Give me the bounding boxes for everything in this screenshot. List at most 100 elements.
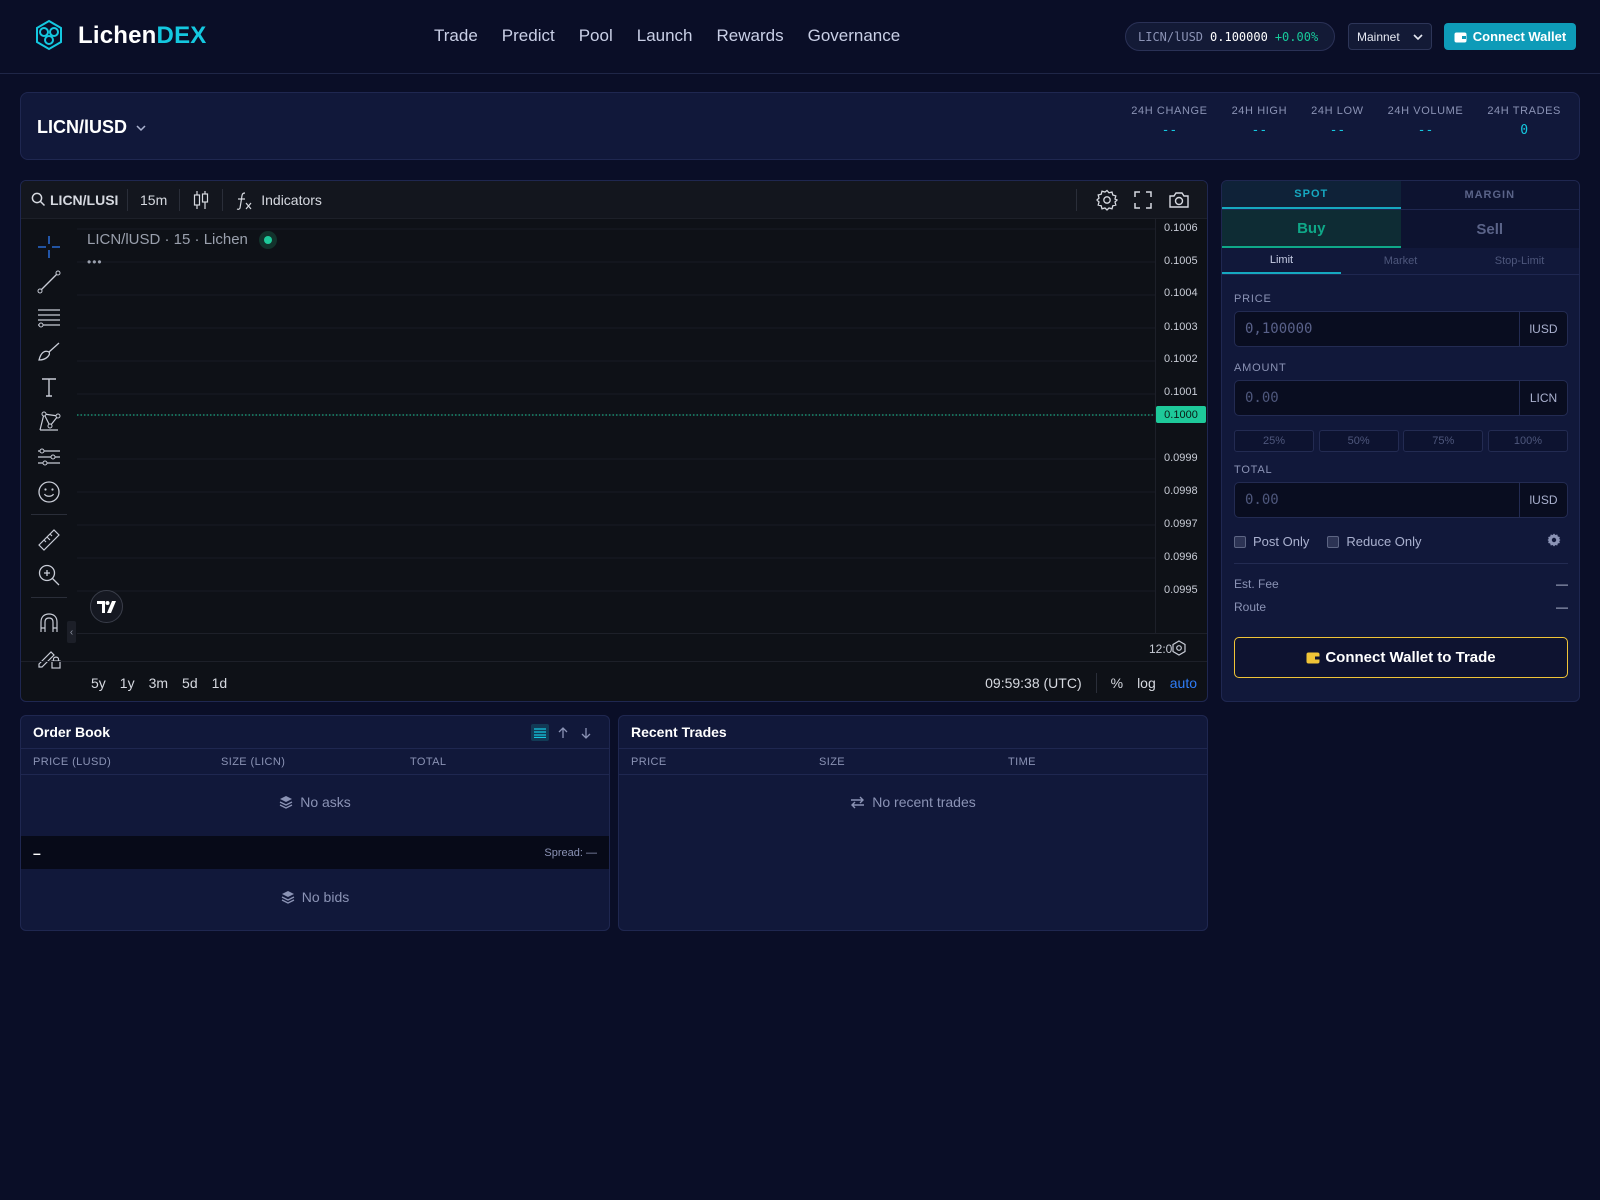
toolbar-divider: [1076, 189, 1077, 211]
x-tick: 12:0: [1149, 642, 1173, 656]
percent-25-button[interactable]: 25%: [1234, 430, 1314, 452]
nav-predict[interactable]: Predict: [502, 26, 555, 46]
search-icon: [31, 192, 46, 207]
settings-gear-icon[interactable]: [1095, 188, 1119, 212]
range-3m[interactable]: 3m: [149, 675, 168, 691]
trend-line-icon[interactable]: [35, 268, 63, 296]
reduce-only-checkbox[interactable]: [1327, 535, 1340, 548]
bottom-divider: [1095, 673, 1097, 693]
zoom-in-icon[interactable]: [35, 561, 63, 589]
nav-pool[interactable]: Pool: [579, 26, 613, 46]
wallet-icon: [1454, 32, 1467, 42]
nav-governance[interactable]: Governance: [808, 26, 901, 46]
percent-50-button[interactable]: 50%: [1318, 430, 1399, 452]
legend-more-button[interactable]: •••: [87, 255, 103, 269]
horizontal-lines-icon[interactable]: [35, 303, 63, 331]
forecast-icon[interactable]: [35, 443, 63, 471]
time-axis[interactable]: 12:0: [77, 633, 1207, 661]
total-input[interactable]: 0.00: [1235, 483, 1519, 517]
est-fee-row: Est. Fee —: [1234, 577, 1568, 591]
symbol-search[interactable]: LICN/LUSI: [21, 181, 127, 219]
post-only-checkbox[interactable]: [1234, 535, 1246, 548]
tradingview-logo[interactable]: [90, 590, 123, 623]
last-price-tag: 0.1000: [1156, 406, 1206, 423]
pattern-icon[interactable]: [35, 408, 63, 436]
price-input[interactable]: 0,100000: [1235, 312, 1519, 346]
stat-24h-change: 24H CHANGE --: [1131, 105, 1208, 138]
y-tick: 0.0995: [1164, 584, 1198, 596]
tab-stop-limit[interactable]: Stop-Limit: [1460, 248, 1579, 274]
percent-75-button[interactable]: 75%: [1403, 430, 1484, 452]
chevron-down-icon: [136, 124, 146, 131]
connect-wallet-button[interactable]: Connect Wallet: [1444, 23, 1576, 50]
y-tick: 0.1005: [1164, 255, 1198, 267]
stat-24h-volume: 24H VOLUME --: [1387, 105, 1464, 138]
gear-icon[interactable]: [1546, 532, 1562, 548]
auto-scale-toggle[interactable]: auto: [1170, 675, 1197, 691]
range-5d[interactable]: 5d: [182, 675, 198, 691]
log-scale-toggle[interactable]: log: [1137, 675, 1156, 691]
tab-sell[interactable]: Sell: [1400, 210, 1579, 248]
ticker-symbol: LICN/lUSD: [1138, 29, 1204, 44]
price-axis[interactable]: 0.1006 0.1005 0.1004 0.1003 0.1002 0.100…: [1155, 219, 1207, 633]
view-both-button[interactable]: [531, 724, 549, 741]
connect-wallet-to-trade-button[interactable]: Connect Wallet to Trade: [1234, 637, 1568, 678]
emoji-icon[interactable]: [35, 478, 63, 506]
tab-buy[interactable]: Buy: [1222, 210, 1401, 248]
tab-margin[interactable]: MARGIN: [1400, 181, 1579, 209]
collapse-tools-button[interactable]: ‹: [67, 621, 76, 643]
range-1y[interactable]: 1y: [120, 675, 135, 691]
range-1d[interactable]: 1d: [212, 675, 228, 691]
tab-spot[interactable]: SPOT: [1222, 181, 1401, 209]
order-options: Post Only Reduce Only: [1234, 532, 1568, 549]
magnet-icon[interactable]: [35, 609, 63, 637]
price-ticker: LICN/lUSD 0.100000 +0.00%: [1125, 22, 1335, 51]
order-book-title: Order Book: [33, 724, 111, 740]
total-label: TOTAL: [1234, 464, 1273, 476]
top-header: LichenDEX Trade Predict Pool Launch Rewa…: [0, 0, 1600, 74]
view-asks-button[interactable]: [554, 724, 572, 741]
indicators-button[interactable]: Indicators: [223, 181, 334, 219]
axis-settings-icon[interactable]: [1171, 640, 1187, 656]
ticker-price: 0.100000: [1210, 29, 1268, 44]
amount-input[interactable]: 0.00: [1235, 381, 1519, 415]
chart-plot-area[interactable]: [77, 219, 1155, 633]
crosshair-icon[interactable]: [35, 233, 63, 261]
price-field[interactable]: 0,100000 lUSD: [1234, 311, 1568, 347]
nav-launch[interactable]: Launch: [637, 26, 693, 46]
function-icon: [236, 191, 252, 210]
asks-empty-state: No asks: [21, 794, 609, 810]
utc-clock[interactable]: 09:59:38 (UTC): [985, 675, 1081, 691]
ruler-icon[interactable]: [35, 526, 63, 554]
range-5y[interactable]: 5y: [91, 675, 106, 691]
tab-market[interactable]: Market: [1341, 248, 1460, 274]
chart-type-button[interactable]: [180, 181, 222, 219]
amount-field[interactable]: 0.00 LICN: [1234, 380, 1568, 416]
total-field[interactable]: 0.00 lUSD: [1234, 482, 1568, 518]
order-book-view-toggles: [526, 724, 595, 741]
tab-limit[interactable]: Limit: [1222, 248, 1341, 274]
tradingview-logo-icon: [96, 600, 116, 613]
camera-icon[interactable]: [1167, 188, 1191, 212]
hexagon-logo-icon: [36, 19, 62, 51]
col-total: TOTAL: [410, 756, 447, 768]
percent-scale-toggle[interactable]: %: [1111, 675, 1123, 691]
chart-toolbar-right: [1076, 181, 1197, 219]
fullscreen-icon[interactable]: [1131, 188, 1155, 212]
pair-selector[interactable]: LICN/lUSD: [37, 117, 147, 138]
brush-icon[interactable]: [35, 338, 63, 366]
chart-toolbar: LICN/LUSI 15m Indicators: [21, 181, 1207, 219]
percent-100-button[interactable]: 100%: [1487, 430, 1568, 452]
chart-bottom-right: 09:59:38 (UTC) % log auto: [971, 662, 1197, 701]
stat-24h-high: 24H HIGH --: [1231, 105, 1288, 138]
network-select[interactable]: Mainnet: [1348, 23, 1432, 50]
nav-rewards[interactable]: Rewards: [717, 26, 784, 46]
amount-unit: LICN: [1519, 381, 1567, 415]
nav-trade[interactable]: Trade: [434, 26, 478, 46]
text-tool-icon[interactable]: [35, 373, 63, 401]
brand-logo[interactable]: LichenDEX: [32, 19, 207, 53]
interval-button[interactable]: 15m: [128, 181, 179, 219]
view-bids-button[interactable]: [577, 724, 595, 741]
layers-icon: [279, 796, 293, 809]
col-price: PRICE (LUSD): [33, 756, 112, 768]
